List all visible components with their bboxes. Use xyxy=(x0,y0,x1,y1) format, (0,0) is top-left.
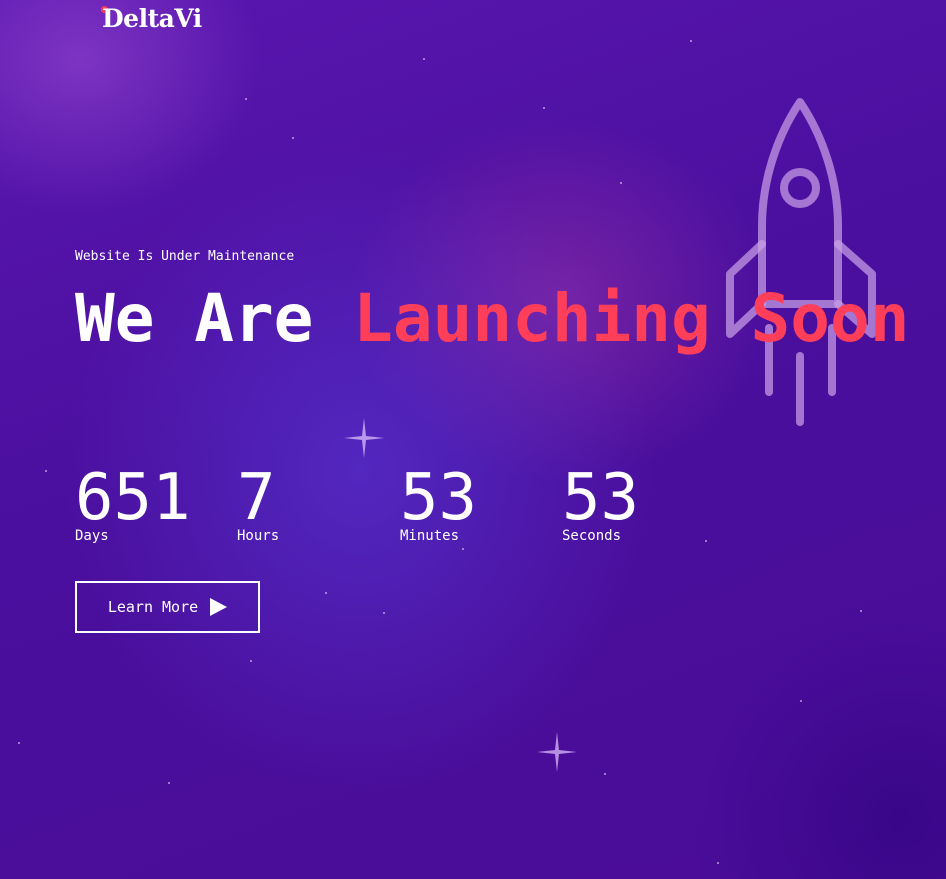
page-headline: We Are Launching Soon xyxy=(75,272,935,365)
headline-white: We Are xyxy=(75,280,354,357)
hours-value: 7 xyxy=(237,461,276,535)
learn-more-button[interactable]: Learn More xyxy=(75,581,260,633)
countdown-hours: 7 Hours xyxy=(237,466,279,544)
sparkle-star-icon xyxy=(537,732,577,772)
learn-more-label: Learn More xyxy=(107,598,199,616)
rocket-icon xyxy=(726,98,876,426)
countdown-seconds: 53 Seconds xyxy=(562,466,639,544)
countdown-days: 651 Days xyxy=(75,466,191,544)
days-value: 651 xyxy=(75,461,191,535)
play-icon xyxy=(210,598,228,616)
brand-logo[interactable]: DeltaVi xyxy=(102,4,202,33)
seconds-value: 53 xyxy=(562,461,640,535)
maintenance-notice: Website Is Under Maintenance xyxy=(75,249,295,264)
countdown-minutes: 53 Minutes xyxy=(400,466,477,544)
minutes-value: 53 xyxy=(400,461,478,535)
hours-label: Hours xyxy=(237,528,280,544)
sparkle-star-icon xyxy=(344,418,384,458)
headline-accent: Launching Soon xyxy=(353,280,910,357)
